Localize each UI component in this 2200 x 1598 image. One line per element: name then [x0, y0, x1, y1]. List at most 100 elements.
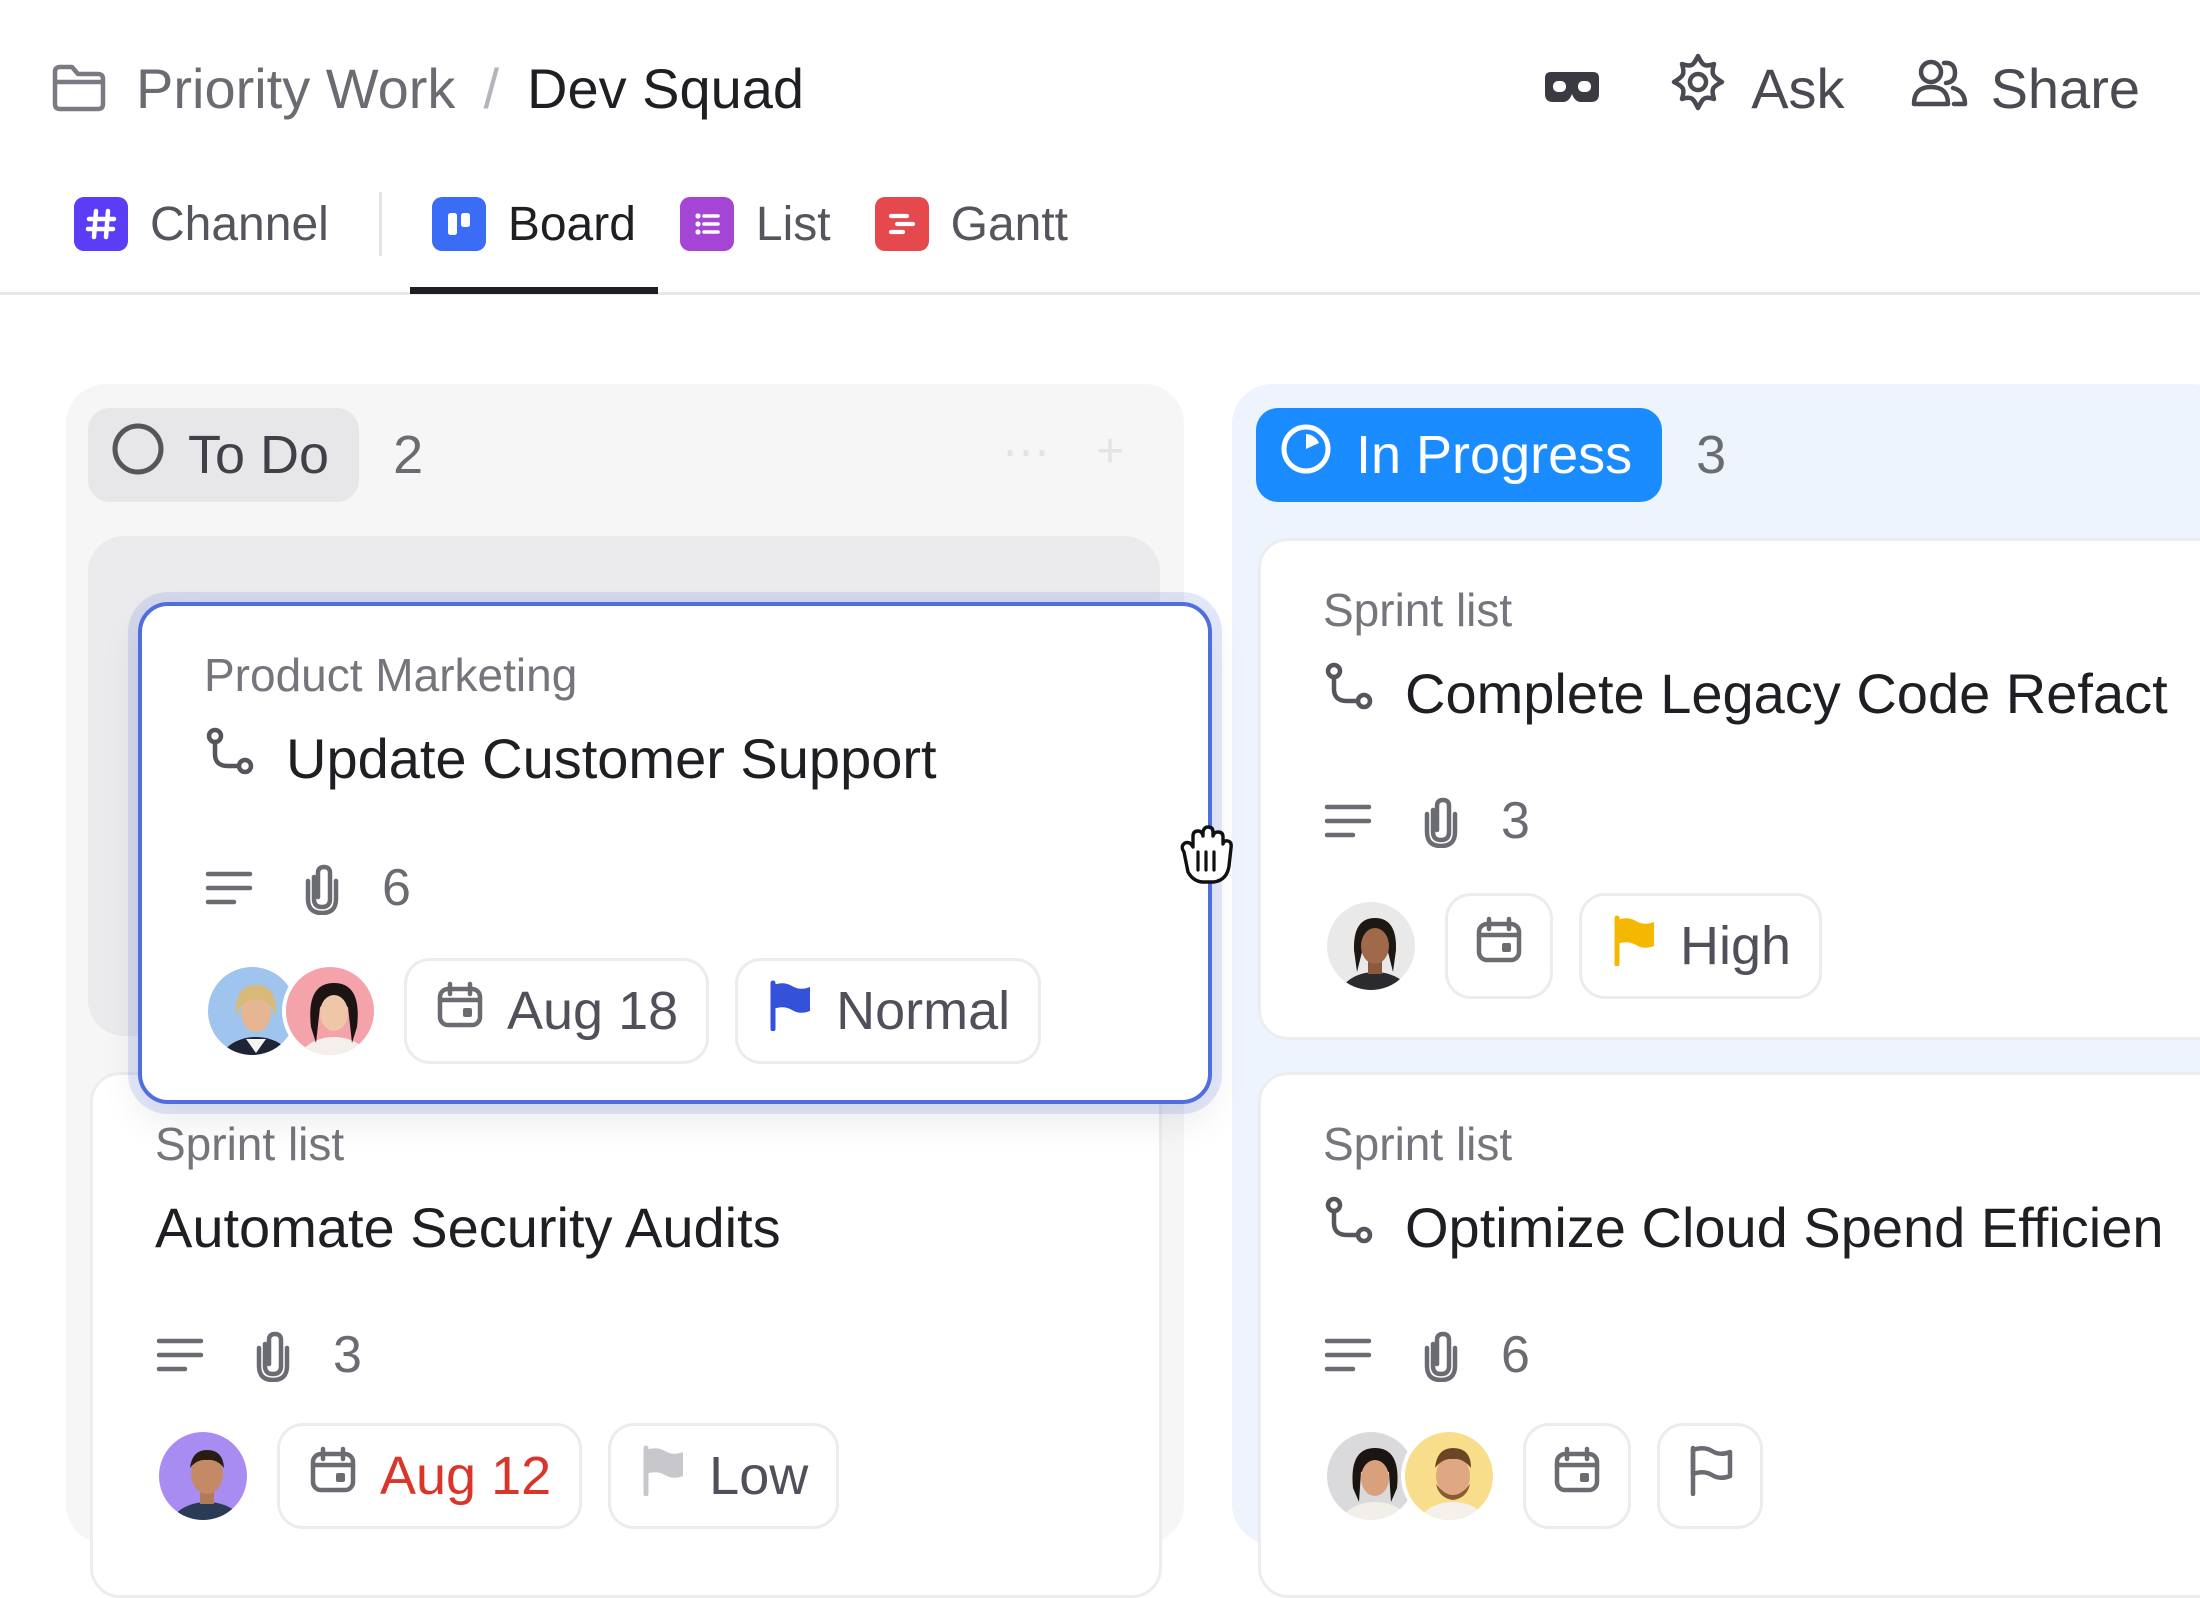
status-in-progress-icon [1278, 421, 1334, 490]
column-header: To Do 2 [88, 408, 423, 502]
card-list-name: Product Marketing [204, 649, 578, 701]
tab-label: Channel [150, 197, 329, 251]
breadcrumb-parent[interactable]: Priority Work [136, 56, 455, 121]
card-list-name: Sprint list [1323, 1118, 1513, 1170]
card-list-name: Sprint list [1323, 584, 1513, 636]
tab-channel[interactable]: Channel [52, 184, 351, 264]
tab-list[interactable]: List [658, 184, 853, 264]
tab-gantt[interactable]: Gantt [853, 184, 1090, 264]
card-meta: 6 [1323, 1325, 1530, 1385]
due-date-chip[interactable] [1523, 1423, 1631, 1529]
view-tabs: Channel Board List Gantt [52, 184, 1090, 294]
flag-icon [639, 1444, 687, 1509]
priority-chip[interactable]: Low [608, 1423, 840, 1529]
assignees[interactable] [204, 963, 378, 1059]
status-label: To Do [188, 425, 330, 485]
priority-chip[interactable]: High [1579, 893, 1823, 999]
flag-icon [766, 979, 814, 1044]
tab-board[interactable]: Board [409, 184, 659, 294]
attachment-count: 6 [1501, 1326, 1530, 1384]
avatar [1323, 898, 1419, 994]
flag-outline-icon [1686, 1444, 1734, 1509]
task-card[interactable]: Sprint list Automate Security Audits 3 A… [90, 1072, 1162, 1598]
breadcrumb: Priority Work / Dev Squad [50, 52, 804, 124]
avatar [1401, 1428, 1497, 1524]
attachment-icon [300, 861, 344, 915]
card-chips: High [1323, 893, 1823, 999]
assignees[interactable] [1323, 898, 1419, 994]
card-chips: Aug 18 Normal [204, 958, 1042, 1064]
priority-chip[interactable]: Normal [735, 958, 1042, 1064]
ai-sparkle-icon [1667, 51, 1729, 126]
incognito-button[interactable] [1541, 56, 1603, 121]
task-card[interactable]: Sprint list Optimize Cloud Spend Efficie… [1258, 1072, 2200, 1598]
card-title-text: Optimize Cloud Spend Efficien [1405, 1196, 2164, 1259]
card-title[interactable]: Automate Security Audits [155, 1195, 781, 1260]
breadcrumb-current[interactable]: Dev Squad [527, 56, 804, 121]
calendar-icon [308, 1445, 358, 1508]
board-icon [431, 197, 486, 251]
subtask-icon [204, 726, 256, 791]
task-card-dragging[interactable]: Product Marketing Update Customer Suppor… [138, 602, 1212, 1104]
tab-label: Board [507, 197, 636, 251]
share-button[interactable]: Share [1909, 54, 2140, 123]
assignees[interactable] [1323, 1428, 1497, 1524]
card-title[interactable]: Optimize Cloud Spend Efficien [1323, 1195, 2164, 1260]
card-list-name: Sprint list [155, 1118, 345, 1170]
description-icon [204, 868, 254, 908]
gantt-icon [874, 197, 929, 251]
card-meta: 3 [1323, 791, 1530, 851]
card-title-text: Complete Legacy Code Refact [1405, 662, 2168, 725]
share-label: Share [1990, 56, 2140, 120]
ask-button[interactable]: Ask [1667, 51, 1845, 126]
card-chips: Aug 12 Low [155, 1423, 840, 1529]
flag-icon [1610, 914, 1658, 979]
avatar [155, 1428, 251, 1524]
status-label: In Progress [1356, 425, 1633, 485]
column-tools: ⋯ + [1002, 424, 1124, 480]
attachment-count: 6 [382, 859, 411, 917]
due-date-label: Aug 18 [507, 981, 679, 1041]
tab-label: List [755, 197, 831, 251]
calendar-icon [1474, 915, 1524, 978]
status-open-circle-icon [110, 421, 166, 490]
due-date-chip[interactable] [1445, 893, 1553, 999]
list-icon [679, 197, 734, 251]
hash-icon [74, 197, 128, 251]
card-title[interactable]: Update Customer Support [204, 726, 937, 791]
mask-icon [1541, 56, 1603, 121]
card-chips [1323, 1423, 1763, 1529]
card-title[interactable]: Complete Legacy Code Refact [1323, 661, 2168, 726]
due-date-chip[interactable]: Aug 12 [277, 1423, 583, 1529]
users-icon [1909, 54, 1969, 123]
description-icon [1323, 801, 1373, 841]
header-actions: Ask Share [1541, 48, 2140, 128]
tab-label: Gantt [950, 197, 1069, 251]
attachment-icon [1419, 1328, 1463, 1382]
status-pill-in-progress[interactable]: In Progress [1256, 408, 1663, 502]
assignees[interactable] [155, 1428, 251, 1524]
due-date-label: Aug 12 [380, 1446, 552, 1506]
subtask-icon [1323, 661, 1375, 726]
ask-label: Ask [1751, 56, 1845, 120]
more-options-icon[interactable]: ⋯ [1002, 424, 1050, 480]
description-icon [155, 1335, 205, 1375]
attachment-count: 3 [333, 1326, 362, 1384]
priority-chip[interactable] [1657, 1423, 1763, 1529]
task-card[interactable]: Sprint list Complete Legacy Code Refact … [1258, 538, 2200, 1040]
avatar [282, 963, 378, 1059]
attachment-count: 3 [1501, 792, 1530, 850]
add-task-icon[interactable]: + [1096, 424, 1124, 480]
column-count: 3 [1696, 425, 1727, 485]
folder-icon [50, 58, 110, 118]
tab-divider [378, 192, 382, 256]
column-header: In Progress 3 [1256, 408, 1726, 502]
status-pill-todo[interactable]: To Do [88, 408, 360, 502]
column-count: 2 [393, 425, 424, 485]
top-bar: Priority Work / Dev Squad Ask Share Chan… [0, 0, 2200, 295]
card-meta: 6 [204, 858, 411, 918]
calendar-icon [1552, 1445, 1602, 1508]
card-title-text: Update Customer Support [286, 727, 937, 790]
due-date-chip[interactable]: Aug 18 [404, 958, 710, 1064]
attachment-icon [1419, 794, 1463, 848]
